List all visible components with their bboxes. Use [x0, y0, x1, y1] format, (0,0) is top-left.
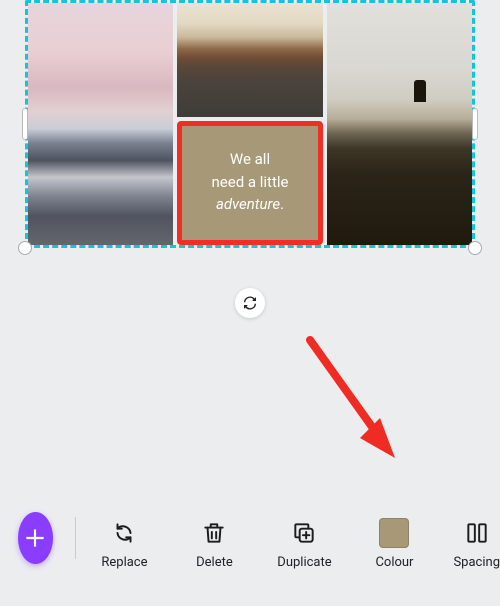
replace-button[interactable]: Replace [93, 517, 155, 570]
selected-collage[interactable]: We all need a little adventure. [25, 0, 475, 248]
duplicate-icon [291, 520, 317, 546]
card-text: We all need a little adventure. [212, 149, 289, 217]
delete-label: Delete [196, 555, 233, 570]
trash-icon [201, 520, 227, 546]
card-line2: need a little [212, 173, 289, 191]
collage-image-top[interactable] [177, 3, 322, 117]
spacing-button[interactable]: Spacing [453, 517, 500, 570]
add-button[interactable] [18, 512, 53, 564]
colour-button[interactable]: Colour [363, 517, 425, 570]
resize-handle-bottom-left[interactable] [18, 241, 32, 255]
collage-image-left[interactable] [28, 3, 173, 245]
replace-arrows-icon [111, 520, 137, 546]
colour-swatch [379, 518, 409, 548]
text-card[interactable]: We all need a little adventure. [182, 126, 317, 240]
annotation-arrow [300, 330, 410, 470]
spacing-icon [464, 520, 490, 546]
spacing-label: Spacing [453, 555, 500, 570]
card-line1: We all [230, 150, 270, 168]
card-trailing: . [280, 195, 284, 213]
card-line3: adventure [216, 195, 280, 213]
toolbar-actions: Replace Delete Duplicate Colour Spacing [93, 517, 500, 570]
duplicate-button[interactable]: Duplicate [273, 517, 335, 570]
cycle-icon [242, 295, 258, 311]
colour-label: Colour [375, 555, 413, 570]
plus-icon [22, 525, 48, 551]
resize-handle-bottom-right[interactable] [468, 241, 482, 255]
resize-handle-right[interactable] [472, 108, 478, 140]
replace-label: Replace [101, 555, 147, 570]
collage-grid: We all need a little adventure. [28, 3, 472, 245]
cycle-page-button[interactable] [235, 288, 265, 318]
delete-button[interactable]: Delete [183, 517, 245, 570]
toolbar-separator [75, 517, 76, 559]
resize-handle-left[interactable] [22, 108, 28, 140]
collage-image-right[interactable] [327, 3, 472, 245]
highlighted-text-card[interactable]: We all need a little adventure. [177, 121, 322, 245]
bottom-toolbar: Replace Delete Duplicate Colour Spacing [0, 498, 500, 588]
duplicate-label: Duplicate [277, 555, 331, 570]
